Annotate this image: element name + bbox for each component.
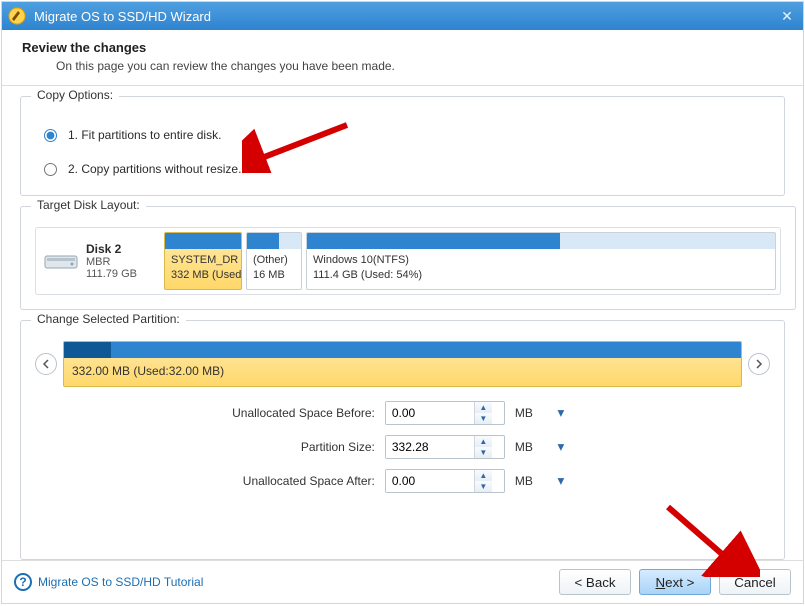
partition-list: SYSTEM_DR332 MB (Used(Other)16 MBWindows… — [164, 232, 776, 290]
disk-meta: Disk 2 MBR 111.79 GB — [40, 232, 160, 290]
partition-size: 111.4 GB (Used: 54%) — [313, 268, 769, 283]
copy-options-group: Copy Options: 1. Fit partitions to entir… — [20, 96, 785, 196]
partition-size-input[interactable]: ▲ ▼ — [385, 435, 505, 459]
partition-slider-caption: 332.00 MB (Used:32.00 MB) — [64, 358, 741, 384]
drive-icon — [44, 250, 78, 272]
radio-fit-disk[interactable]: 1. Fit partitions to entire disk. — [39, 127, 770, 143]
radio-no-resize-label: 2. Copy partitions without resize. — [68, 162, 241, 176]
change-partition-legend: Change Selected Partition: — [31, 312, 186, 326]
chevron-down-icon[interactable]: ▾ — [553, 439, 569, 455]
partition-name: (Other) — [253, 253, 295, 268]
unalloc-after-input[interactable]: ▲ ▼ — [385, 469, 505, 493]
partition-name: SYSTEM_DR — [171, 253, 235, 268]
partition-size-label: Partition Size: — [232, 440, 375, 454]
page-subtitle: On this page you can review the changes … — [56, 59, 783, 73]
spin-up-icon[interactable]: ▲ — [475, 402, 492, 413]
spin-down-icon[interactable]: ▼ — [475, 447, 492, 458]
chevron-down-icon[interactable]: ▾ — [553, 473, 569, 489]
radio-no-resize[interactable]: 2. Copy partitions without resize. — [39, 161, 770, 177]
help-link-label: Migrate OS to SSD/HD Tutorial — [38, 575, 203, 589]
wizard-icon — [8, 7, 26, 25]
disk-name: Disk 2 — [86, 242, 137, 256]
spin-up-icon[interactable]: ▲ — [475, 470, 492, 481]
cancel-button[interactable]: Cancel — [719, 569, 791, 595]
page-title: Review the changes — [22, 40, 783, 55]
back-button[interactable]: < Back — [559, 569, 631, 595]
unalloc-after-value[interactable] — [386, 470, 474, 492]
radio-fit-disk-input[interactable] — [44, 129, 57, 142]
next-button[interactable]: Next > — [639, 569, 711, 595]
wizard-window: Migrate OS to SSD/HD Wizard ✕ Review the… — [1, 1, 804, 604]
help-icon: ? — [14, 573, 32, 591]
change-partition-group: Change Selected Partition: 332.00 MB (Us… — [20, 320, 785, 560]
chevron-down-icon[interactable]: ▾ — [553, 405, 569, 421]
partition-name: Windows 10(NTFS) — [313, 253, 769, 268]
title-bar[interactable]: Migrate OS to SSD/HD Wizard ✕ — [2, 2, 803, 30]
chevron-right-icon[interactable] — [748, 353, 770, 375]
unalloc-after-label: Unallocated Space After: — [232, 474, 375, 488]
radio-fit-disk-label: 1. Fit partitions to entire disk. — [68, 128, 221, 142]
page-body: Copy Options: 1. Fit partitions to entir… — [2, 86, 803, 560]
copy-options-legend: Copy Options: — [31, 88, 119, 102]
window-title: Migrate OS to SSD/HD Wizard — [34, 9, 211, 24]
partition-block[interactable]: Windows 10(NTFS)111.4 GB (Used: 54%) — [306, 232, 776, 290]
chevron-left-icon[interactable] — [35, 353, 57, 375]
disk-size: 111.79 GB — [86, 268, 137, 280]
partition-size-value[interactable] — [386, 436, 474, 458]
disk-type: MBR — [86, 256, 137, 268]
spin-up-icon[interactable]: ▲ — [475, 436, 492, 447]
close-icon[interactable]: ✕ — [777, 6, 797, 26]
partition-slider-track[interactable]: 332.00 MB (Used:32.00 MB) — [63, 341, 742, 387]
partition-slider: 332.00 MB (Used:32.00 MB) — [35, 341, 770, 387]
radio-no-resize-input[interactable] — [44, 163, 57, 176]
page-header: Review the changes On this page you can … — [2, 30, 803, 86]
spin-down-icon[interactable]: ▼ — [475, 481, 492, 492]
target-disk-legend: Target Disk Layout: — [31, 198, 146, 212]
partition-fields: Unallocated Space Before: ▲ ▼ MB ▾ Parti… — [35, 401, 770, 493]
target-disk-layout-group: Target Disk Layout: Disk 2 MBR 111.79 GB — [20, 206, 796, 310]
spin-down-icon[interactable]: ▼ — [475, 413, 492, 424]
unalloc-before-label: Unallocated Space Before: — [232, 406, 375, 420]
unalloc-before-unit: MB — [515, 406, 543, 420]
disk-layout-row: Disk 2 MBR 111.79 GB SYSTEM_DR332 MB (Us… — [35, 227, 781, 295]
unalloc-before-value[interactable] — [386, 402, 474, 424]
unalloc-before-input[interactable]: ▲ ▼ — [385, 401, 505, 425]
partition-size-unit: MB — [515, 440, 543, 454]
partition-block[interactable]: SYSTEM_DR332 MB (Used — [164, 232, 242, 290]
partition-size: 16 MB — [253, 268, 295, 283]
partition-block[interactable]: (Other)16 MB — [246, 232, 302, 290]
unalloc-after-unit: MB — [515, 474, 543, 488]
partition-size: 332 MB (Used — [171, 268, 235, 283]
wizard-footer: ? Migrate OS to SSD/HD Tutorial < Back N… — [2, 560, 803, 603]
help-link[interactable]: ? Migrate OS to SSD/HD Tutorial — [14, 573, 203, 591]
